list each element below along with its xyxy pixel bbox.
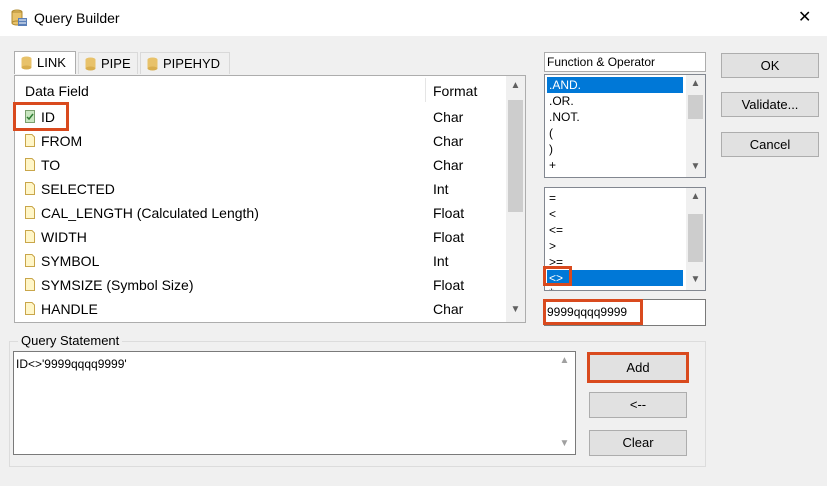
field-format: Char (433, 301, 464, 317)
title-bar: Query Builder ✕ (0, 0, 827, 36)
field-list-scrollbar[interactable]: ▲ ▼ (506, 76, 525, 322)
window-title: Query Builder (34, 10, 120, 26)
backspace-button[interactable]: <-- (589, 392, 687, 418)
comparison-scrollbar[interactable]: ▲ ▼ (686, 188, 705, 290)
file-icon (25, 230, 35, 243)
field-format: Char (433, 109, 464, 125)
function-operator-label: Function & Operator (544, 52, 706, 72)
file-icon (25, 206, 35, 219)
file-icon (25, 182, 35, 195)
column-header-format[interactable]: Format (433, 76, 477, 104)
highlight-box (587, 352, 689, 383)
field-row-cal-length[interactable]: CAL_LENGTH (Calculated Length) Float (15, 201, 505, 225)
scroll-up-icon[interactable]: ▲ (687, 191, 704, 202)
field-format: Char (433, 133, 464, 149)
query-statement-label: Query Statement (18, 333, 123, 348)
close-icon[interactable]: ✕ (798, 7, 811, 27)
field-row-width[interactable]: WIDTH Float (15, 225, 505, 249)
field-row-selected[interactable]: SELECTED Int (15, 177, 505, 201)
field-row-symsize[interactable]: SYMSIZE (Symbol Size) Float (15, 273, 505, 297)
field-name: SELECTED (41, 181, 115, 197)
file-icon (25, 254, 35, 267)
field-row-handle[interactable]: HANDLE Char (15, 297, 505, 321)
data-field-list[interactable]: Data Field Format ID Char FROM Char TO C… (14, 75, 526, 323)
scroll-down-icon[interactable]: ▼ (687, 161, 704, 172)
tab-pipehyd[interactable]: PIPEHYD (140, 52, 230, 74)
operator-item[interactable]: > (547, 238, 683, 254)
field-format: Float (433, 277, 465, 293)
database-icon (21, 56, 32, 70)
validate-button[interactable]: Validate... (721, 92, 819, 117)
operator-item[interactable]: .AND. (547, 77, 683, 93)
tab-pipe[interactable]: PIPE (78, 52, 138, 74)
operator-item[interactable]: + (547, 157, 683, 173)
operator-item[interactable]: .OR. (547, 93, 683, 109)
field-row-symbol[interactable]: SYMBOL Int (15, 249, 505, 273)
query-statement-textarea[interactable]: ID<>'9999qqqq9999' ▲ ▼ (13, 351, 576, 455)
query-scrollbar[interactable]: ▲ ▼ (555, 352, 575, 454)
field-name: TO (41, 157, 61, 173)
database-icon (147, 57, 158, 71)
field-name: FROM (41, 133, 83, 149)
field-format: Int (433, 253, 449, 269)
highlight-box (543, 299, 643, 325)
field-name: WIDTH (41, 229, 87, 245)
file-icon (25, 158, 35, 171)
query-builder-icon (11, 9, 27, 26)
scroll-down-icon[interactable]: ▼ (556, 438, 573, 449)
field-format: Char (433, 157, 464, 173)
scroll-up-icon[interactable]: ▲ (687, 78, 704, 89)
file-icon (25, 302, 35, 315)
operator-item[interactable]: ) (547, 141, 683, 157)
operator-item[interactable]: = (547, 190, 683, 206)
tab-label: PIPEHYD (163, 56, 221, 71)
file-icon (25, 134, 35, 147)
scroll-up-icon[interactable]: ▲ (556, 355, 573, 366)
field-row-id[interactable]: ID Char (15, 105, 505, 129)
field-format: Float (433, 205, 465, 221)
logical-operator-list[interactable]: .AND. .OR. .NOT. ( ) + ▲ ▼ (544, 74, 706, 178)
scroll-down-icon[interactable]: ▼ (507, 304, 524, 315)
scroll-up-icon[interactable]: ▲ (507, 80, 524, 91)
tab-label: PIPE (101, 56, 131, 71)
operator-item[interactable]: <= (547, 222, 683, 238)
field-name: SYMSIZE (Symbol Size) (41, 277, 194, 293)
query-text: ID<>'9999qqqq9999' (16, 357, 127, 371)
field-row-from[interactable]: FROM Char (15, 129, 505, 153)
column-header-data-field[interactable]: Data Field (25, 76, 89, 104)
scroll-thumb[interactable] (508, 100, 523, 212)
field-row-to[interactable]: TO Char (15, 153, 505, 177)
tab-link[interactable]: LINK (14, 51, 76, 74)
operator-scrollbar[interactable]: ▲ ▼ (686, 75, 705, 177)
operator-item[interactable]: < (547, 206, 683, 222)
ok-button[interactable]: OK (721, 53, 819, 78)
scroll-thumb[interactable] (688, 95, 703, 119)
operator-item[interactable]: .NOT. (547, 109, 683, 125)
field-format: Int (433, 181, 449, 197)
clear-button[interactable]: Clear (589, 430, 687, 456)
scroll-down-icon[interactable]: ▼ (687, 274, 704, 285)
highlight-box (13, 102, 69, 131)
file-icon (25, 278, 35, 291)
scroll-thumb[interactable] (688, 214, 703, 262)
field-format: Float (433, 229, 465, 245)
highlight-box (543, 266, 572, 286)
cancel-button[interactable]: Cancel (721, 132, 819, 157)
field-name: SYMBOL (41, 253, 100, 269)
operator-item[interactable]: ( (547, 125, 683, 141)
field-name: CAL_LENGTH (Calculated Length) (41, 205, 259, 221)
field-name: HANDLE (41, 301, 98, 317)
database-icon (85, 57, 96, 71)
tab-label: LINK (37, 55, 66, 70)
